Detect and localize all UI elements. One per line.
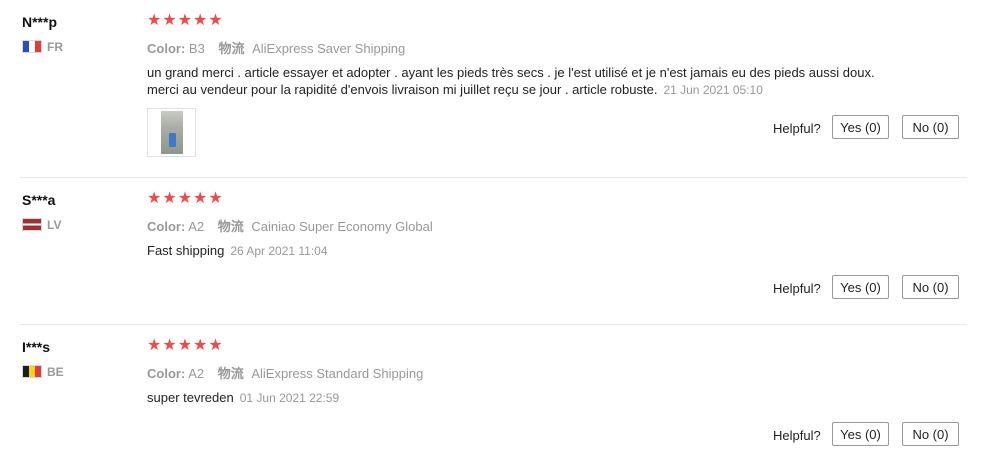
star-icon: ★ — [177, 12, 193, 29]
shipping-method: AliExpress Saver Shipping — [252, 41, 406, 56]
review-item: I***s BE ★ ★ ★ ★ ★ Color: A2 物流 AliExpre… — [0, 325, 984, 471]
helpful-label: Helpful? — [773, 428, 821, 443]
logistics-label: 物流 — [217, 219, 244, 234]
review-date: 21 Jun 2021 05:10 — [663, 83, 763, 97]
star-icon: ★ — [177, 190, 193, 207]
logistics-label: 物流 — [218, 41, 245, 56]
reviewer-country: BE — [47, 365, 64, 379]
color-label: Color: — [147, 219, 186, 234]
reviewer-country: LV — [47, 218, 62, 232]
photo-detail — [169, 133, 176, 147]
helpful-no-button[interactable]: No (0) — [902, 275, 959, 299]
helpful-yes-button[interactable]: Yes (0) — [832, 422, 889, 446]
star-icon: ★ — [162, 12, 177, 29]
order-info: Color: A2 物流 AliExpress Standard Shippin… — [147, 363, 423, 382]
star-rating: ★ ★ ★ ★ ★ — [147, 12, 223, 30]
star-icon: ★ — [162, 190, 177, 207]
star-icon: ★ — [193, 337, 208, 354]
reviewer-country: FR — [47, 40, 63, 54]
shipping-method: AliExpress Standard Shipping — [251, 366, 424, 381]
review-photo-thumbnail[interactable] — [147, 108, 196, 157]
helpful-no-button[interactable]: No (0) — [902, 422, 959, 446]
review-date: 26 Apr 2021 11:04 — [230, 244, 328, 258]
helpful-label: Helpful? — [773, 121, 821, 136]
review-content: super tevreden 01 Jun 2021 22:59 — [147, 389, 877, 407]
star-icon: ★ — [208, 12, 223, 29]
review-content: un grand merci . article essayer et adop… — [147, 64, 877, 99]
france-flag-icon — [22, 40, 42, 53]
order-info: Color: B3 物流 AliExpress Saver Shipping — [147, 38, 405, 57]
star-icon: ★ — [177, 337, 193, 354]
helpful-no-button[interactable]: No (0) — [902, 115, 959, 139]
latvia-flag-icon — [22, 218, 42, 231]
review-item: S***a LV ★ ★ ★ ★ ★ Color: A2 物流 Cainiao … — [0, 178, 984, 325]
review-date: 01 Jun 2021 22:59 — [239, 391, 340, 405]
color-value: A2 — [188, 366, 205, 381]
star-icon: ★ — [147, 190, 162, 207]
reviewer-name: S***a — [22, 192, 56, 208]
logistics-label: 物流 — [217, 366, 244, 381]
order-info: Color: A2 物流 Cainiao Super Economy Globa… — [147, 216, 433, 235]
star-icon: ★ — [193, 190, 208, 207]
review-text: super tevreden — [147, 390, 234, 405]
photo-image — [161, 111, 183, 154]
star-icon: ★ — [193, 12, 208, 29]
helpful-yes-button[interactable]: Yes (0) — [832, 115, 889, 139]
helpful-label: Helpful? — [773, 281, 821, 296]
shipping-method: Cainiao Super Economy Global — [251, 219, 433, 234]
star-icon: ★ — [162, 337, 177, 354]
star-rating: ★ ★ ★ ★ ★ — [147, 337, 223, 355]
star-icon: ★ — [208, 190, 223, 207]
color-value: B3 — [188, 41, 205, 56]
color-label: Color: — [147, 366, 186, 381]
reviewer-name: I***s — [22, 339, 51, 355]
star-icon: ★ — [208, 337, 223, 354]
review-text: un grand merci . article essayer et adop… — [147, 65, 875, 97]
star-icon: ★ — [147, 12, 162, 29]
review-content: Fast shipping 26 Apr 2021 11:04 — [147, 242, 877, 260]
color-value: A2 — [188, 219, 205, 234]
review-text: Fast shipping — [147, 243, 225, 258]
star-rating: ★ ★ ★ ★ ★ — [147, 190, 223, 208]
review-item: N***p FR ★ ★ ★ ★ ★ Color: B3 物流 AliExpre… — [0, 0, 984, 178]
color-label: Color: — [147, 41, 186, 56]
helpful-yes-button[interactable]: Yes (0) — [832, 275, 889, 299]
reviewer-name: N***p — [22, 14, 58, 30]
belgium-flag-icon — [22, 365, 42, 378]
star-icon: ★ — [147, 337, 162, 354]
